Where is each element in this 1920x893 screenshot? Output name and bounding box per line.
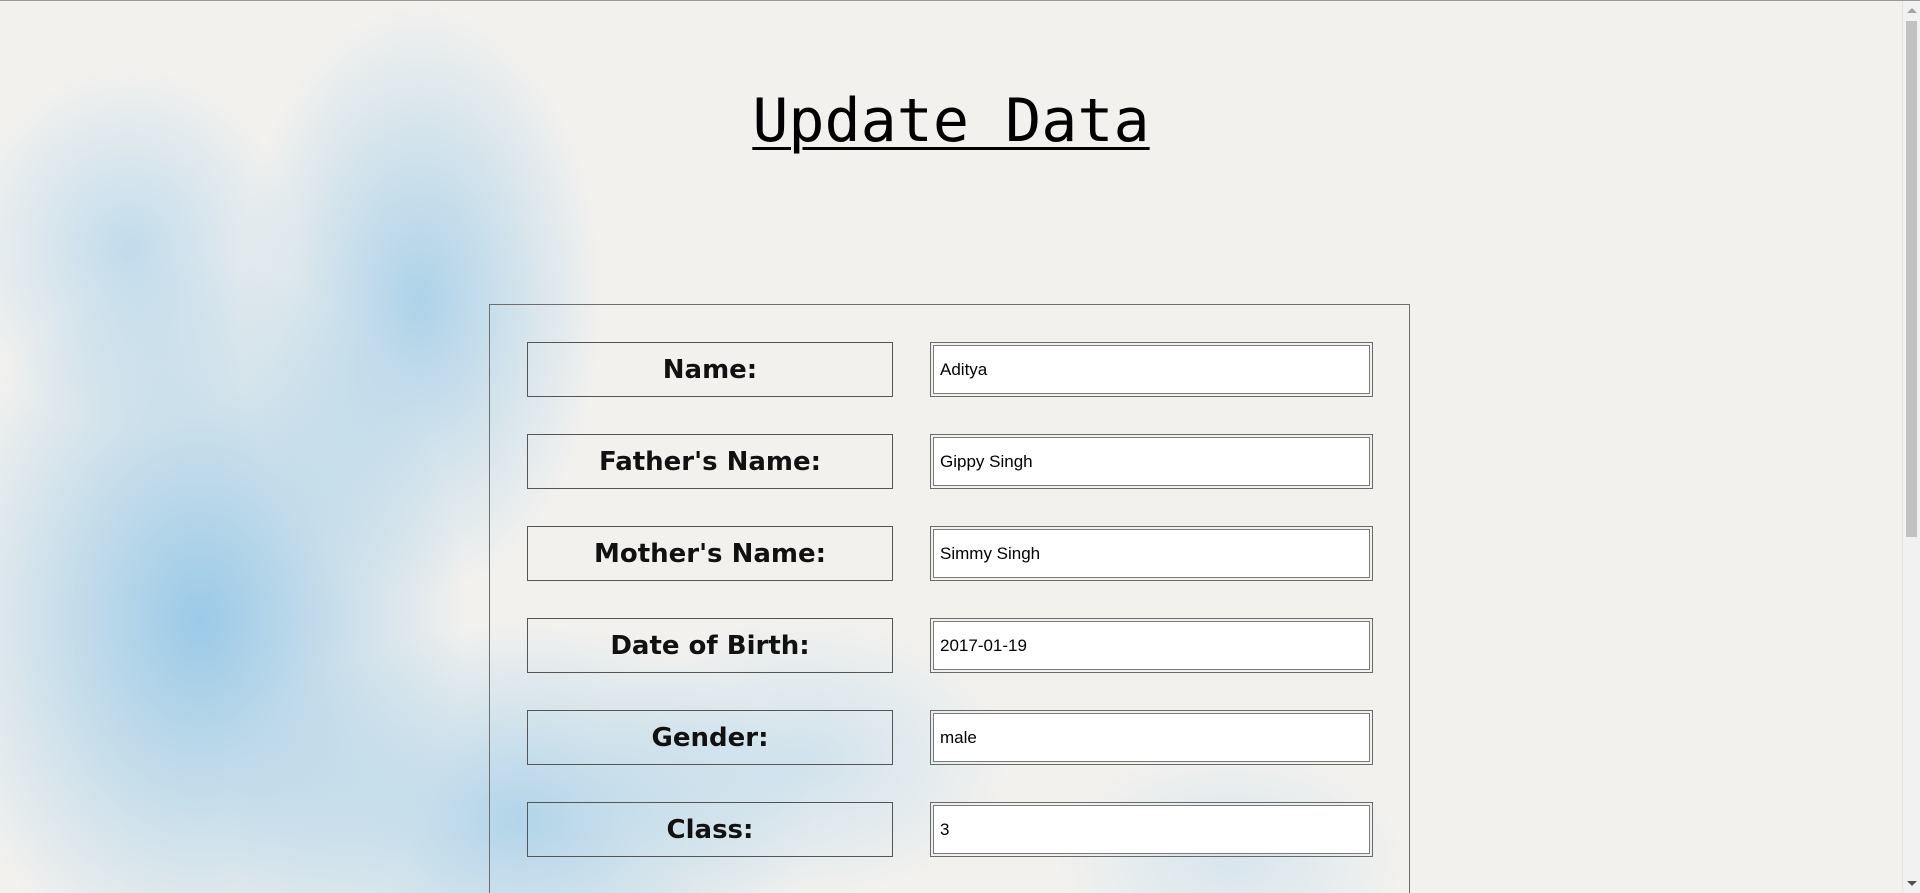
class-input[interactable]	[933, 805, 1370, 854]
form-row-gender: Gender:	[527, 710, 1377, 765]
gender-label: Gender:	[527, 710, 893, 765]
scrollbar-thumb[interactable]	[1906, 21, 1917, 537]
father-name-input[interactable]	[933, 437, 1370, 486]
father-name-field-frame	[930, 434, 1373, 489]
name-label: Name:	[527, 342, 893, 397]
vertical-scrollbar[interactable]	[1902, 1, 1920, 893]
scroll-down-arrow-icon[interactable]	[1907, 881, 1917, 886]
gender-field-frame	[930, 710, 1373, 765]
class-label: Class:	[527, 802, 893, 857]
gender-input[interactable]	[933, 713, 1370, 762]
class-field-frame	[930, 802, 1373, 857]
form-row-date-of-birth: Date of Birth:	[527, 618, 1377, 673]
window-top-border	[0, 0, 1920, 1]
update-form: Name: Father's Name: Mother's Name: Date…	[489, 304, 1410, 893]
date-of-birth-field-frame	[930, 618, 1373, 673]
name-input[interactable]	[933, 345, 1370, 394]
mother-name-label: Mother's Name:	[527, 526, 893, 581]
mother-name-input[interactable]	[933, 529, 1370, 578]
page-title: Update Data	[752, 86, 1150, 156]
date-of-birth-input[interactable]	[933, 621, 1370, 670]
form-row-name: Name:	[527, 342, 1377, 397]
form-row-class: Class:	[527, 802, 1377, 857]
scroll-up-arrow-icon[interactable]	[1907, 8, 1917, 13]
date-of-birth-label: Date of Birth:	[527, 618, 893, 673]
father-name-label: Father's Name:	[527, 434, 893, 489]
mother-name-field-frame	[930, 526, 1373, 581]
form-row-mother-name: Mother's Name:	[527, 526, 1377, 581]
form-row-father-name: Father's Name:	[527, 434, 1377, 489]
name-field-frame	[930, 342, 1373, 397]
